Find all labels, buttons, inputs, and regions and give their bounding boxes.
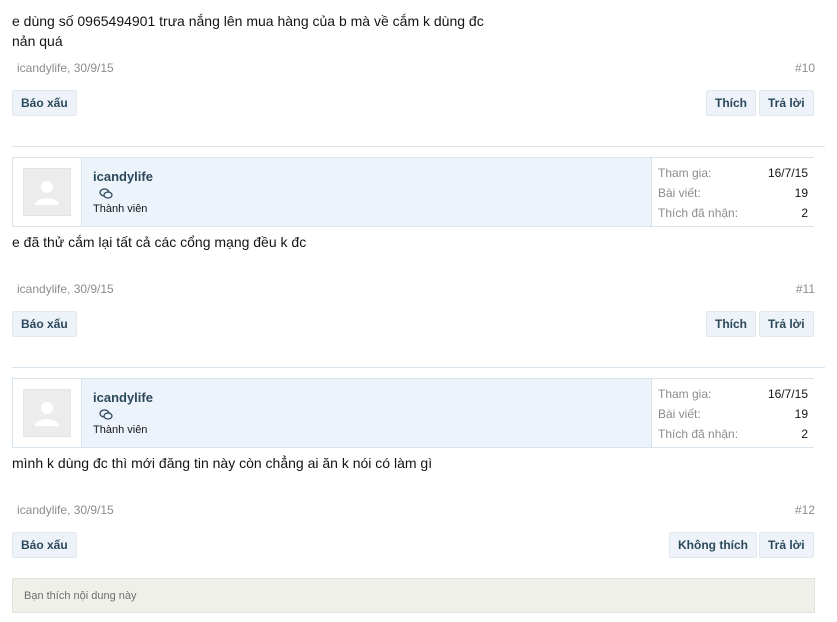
post-10-reply-button[interactable]: Trả lời: [759, 90, 814, 116]
user-stats: Tham gia: 16/7/15 Bài viết: 19 Thích đã nh…: [652, 379, 814, 447]
stat-value: 16/7/15: [767, 387, 808, 401]
stat-label: Bài viết:: [658, 186, 701, 200]
stat-label: Thích đã nhận:: [658, 427, 739, 441]
post-10-text-line-1: e dùng số 0965494901 trưa nắng lên mua h…: [12, 13, 484, 29]
divider: [12, 146, 825, 147]
post-12-user-card: icandylife Thành viên Tham gia: 16/7/15 B…: [12, 378, 814, 448]
stat-value: 16/7/15: [767, 166, 808, 180]
post-12-reply-button[interactable]: Trả lời: [759, 532, 814, 558]
post-10-meta[interactable]: icandylife, 30/9/15: [17, 61, 114, 75]
post-11-reply-button[interactable]: Trả lời: [759, 311, 814, 337]
stat-posts: Bài viết: 19: [658, 407, 808, 423]
stat-label: Tham gia:: [658, 387, 712, 401]
stat-value: 2: [801, 206, 808, 220]
stat-joined: Tham gia: 16/7/15: [658, 166, 808, 182]
like-summary-text: Bạn thích nội dung này: [24, 590, 137, 602]
default-avatar-icon[interactable]: [23, 168, 71, 216]
stat-label: Tham gia:: [658, 166, 712, 180]
post-12-unlike-button[interactable]: Không thích: [669, 532, 757, 558]
stat-posts: Bài viết: 19: [658, 186, 808, 202]
user-role: Thành viên: [93, 203, 148, 215]
post-11-text: e đã thử cắm lại tất cả các cổng mạng đề…: [12, 234, 307, 250]
default-avatar-icon[interactable]: [23, 389, 71, 437]
post-11-permalink[interactable]: #11: [796, 282, 815, 296]
stat-likes: Thích đã nhận: 2: [658, 427, 808, 443]
post-11-meta[interactable]: icandylife, 30/9/15: [17, 282, 114, 296]
post-11-like-button[interactable]: Thích: [706, 311, 756, 337]
stat-value[interactable]: 19: [795, 186, 808, 200]
chat-bubbles-icon[interactable]: [99, 409, 113, 421]
post-11-report-button[interactable]: Báo xấu: [12, 311, 77, 337]
post-12-permalink[interactable]: #12: [795, 503, 815, 517]
chat-bubbles-icon[interactable]: [99, 188, 113, 200]
post-10-permalink[interactable]: #10: [795, 61, 815, 75]
like-summary-box: Bạn thích nội dung này: [12, 578, 815, 613]
stat-likes: Thích đã nhận: 2: [658, 206, 808, 222]
user-info: icandylife Thành viên: [82, 379, 652, 447]
user-role: Thành viên: [93, 424, 148, 436]
divider: [12, 367, 825, 368]
username-link[interactable]: icandylife: [93, 169, 153, 184]
stat-value[interactable]: 19: [795, 407, 808, 421]
avatar-wrap: [13, 379, 82, 447]
stat-label: Bài viết:: [658, 407, 701, 421]
avatar-wrap: [13, 158, 82, 226]
post-10-text-line-2: nản quá: [12, 33, 63, 49]
post-10-report-button[interactable]: Báo xấu: [12, 90, 77, 116]
stat-joined: Tham gia: 16/7/15: [658, 387, 808, 403]
post-11-user-card: icandylife Thành viên Tham gia: 16/7/15 B…: [12, 157, 814, 227]
user-info: icandylife Thành viên: [82, 158, 652, 226]
post-12-meta[interactable]: icandylife, 30/9/15: [17, 503, 114, 517]
stat-label: Thích đã nhận:: [658, 206, 739, 220]
stat-value: 2: [801, 427, 808, 441]
post-12-report-button[interactable]: Báo xấu: [12, 532, 77, 558]
post-10-like-button[interactable]: Thích: [706, 90, 756, 116]
username-link[interactable]: icandylife: [93, 390, 153, 405]
user-stats: Tham gia: 16/7/15 Bài viết: 19 Thích đã nh…: [652, 158, 814, 226]
post-10-text: e dùng số 0965494901 trưa nắng lên mua h…: [12, 11, 484, 51]
post-12-text: mình k dùng đc thì mới đăng tin này còn …: [12, 455, 433, 471]
